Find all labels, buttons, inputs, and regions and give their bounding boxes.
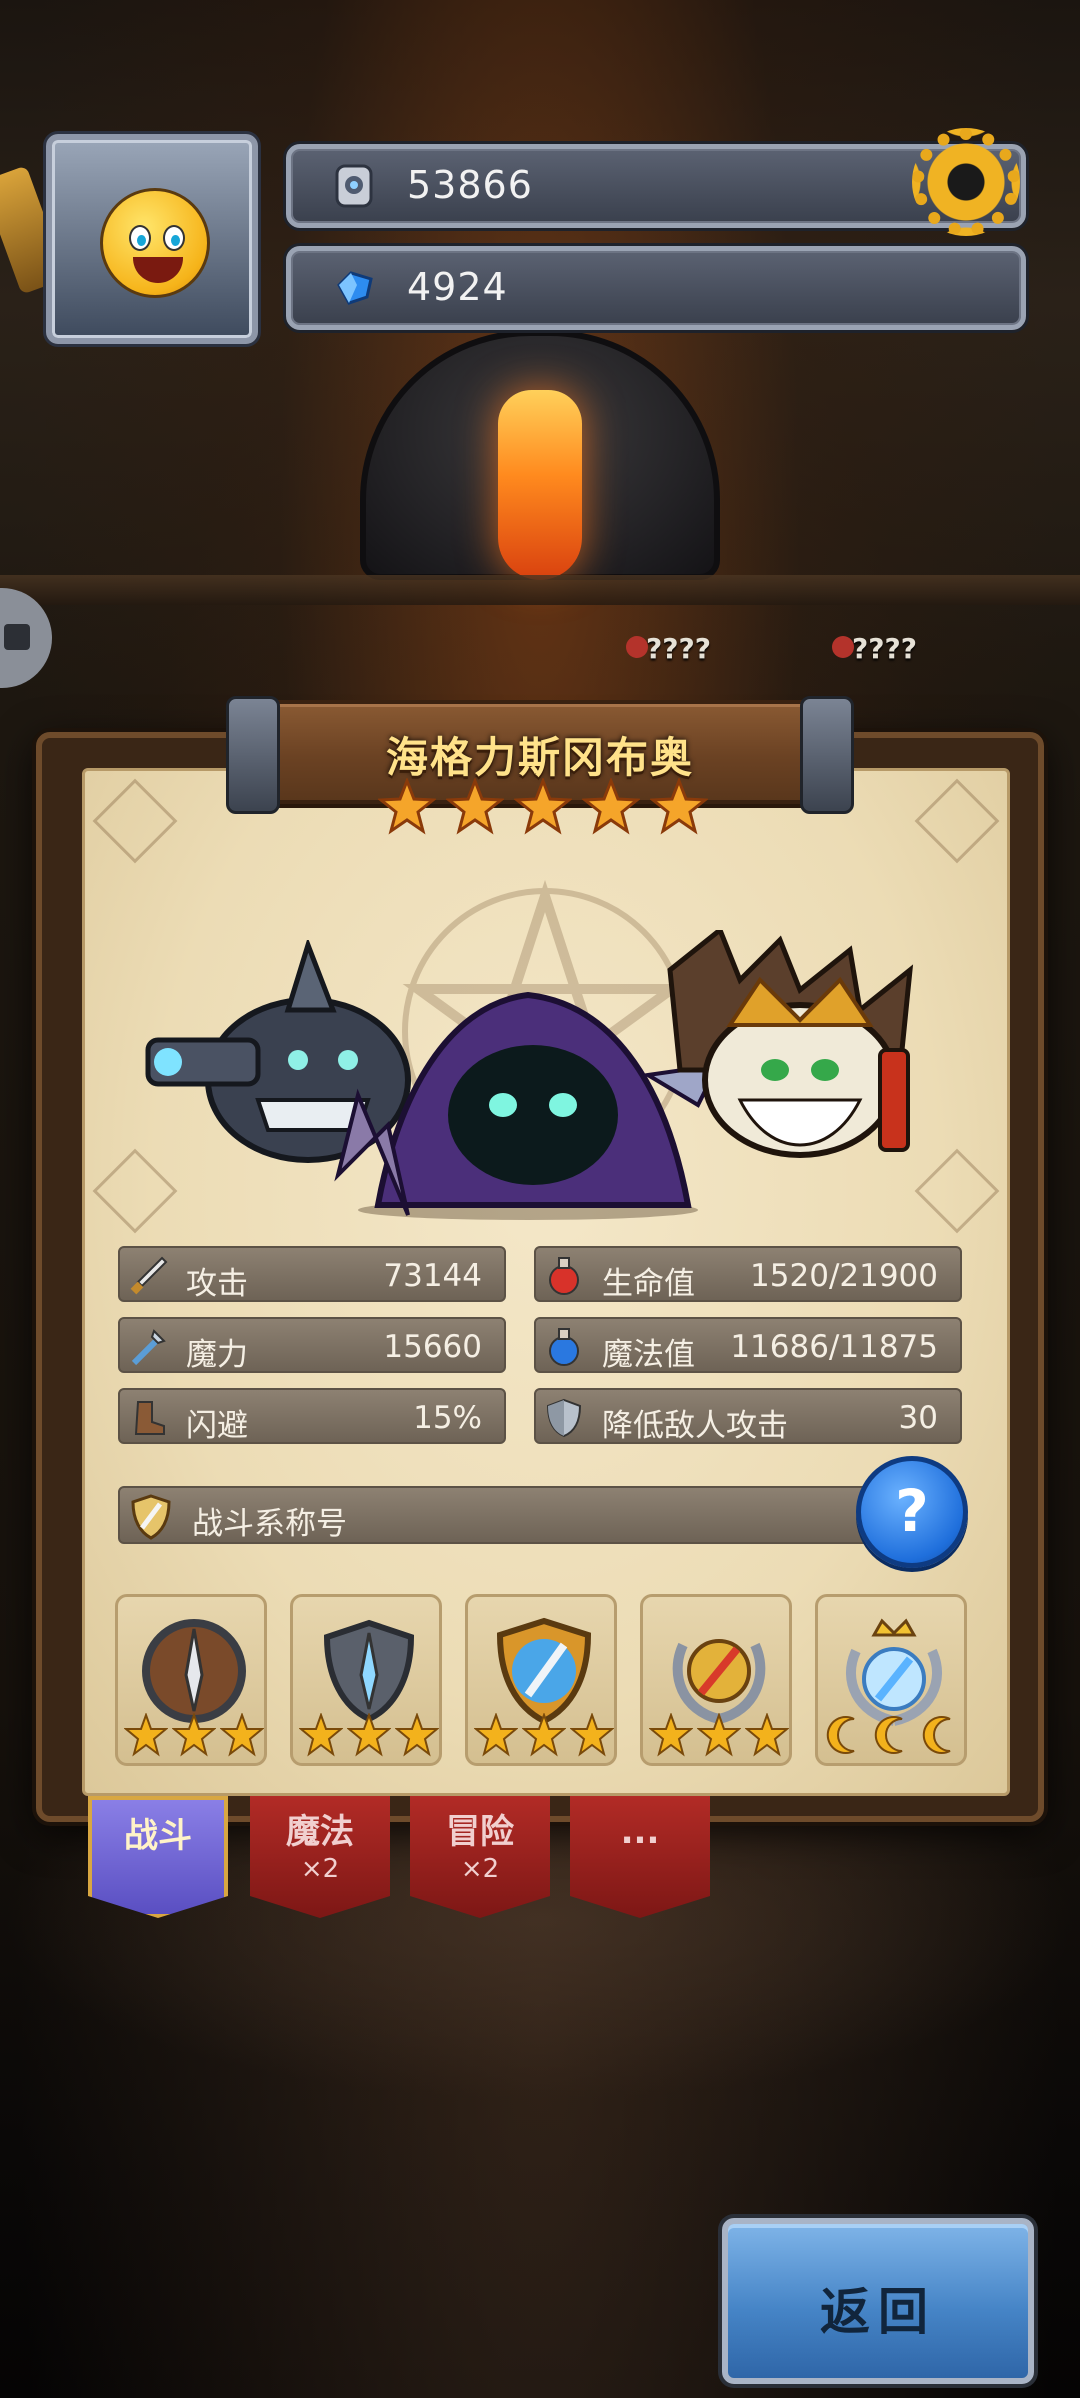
sword-shield-icon <box>131 1494 171 1540</box>
tab-adventure[interactable]: 冒险 ×2 <box>410 1796 550 1918</box>
hero-name: 海格力斯冈布奥 <box>385 733 694 782</box>
shield-icon <box>546 1398 582 1438</box>
stat-label: 魔力 <box>186 1337 248 1373</box>
title-badge-5[interactable] <box>815 1594 967 1766</box>
stat-reduce-enemy-attack: 降低敌人攻击 30 <box>534 1388 962 1444</box>
stat-label: 魔法值 <box>602 1337 695 1373</box>
puzzle-icon <box>4 624 30 650</box>
star-icon <box>220 1713 264 1757</box>
unknown-item-label: ???? <box>626 632 711 665</box>
badge-moon-rating <box>824 1713 964 1757</box>
tab-multiplier: ×2 <box>460 1854 500 1884</box>
avatar-face-icon <box>100 188 210 298</box>
corner-ornament <box>92 778 178 864</box>
return-button-label: 返回 <box>820 2283 936 2341</box>
player-avatar[interactable] <box>46 134 258 344</box>
moon-icon <box>874 1716 903 1754</box>
tab-label: 战斗 <box>124 1816 192 1856</box>
star-icon <box>649 1713 693 1757</box>
stat-label: 降低敌人攻击 <box>602 1408 788 1444</box>
battle-title-bar[interactable]: 战斗系称号 <box>118 1486 914 1544</box>
stat-attack: 攻击 73144 <box>118 1246 506 1302</box>
hero-star-rating <box>378 778 708 838</box>
return-button[interactable]: 返回 <box>722 2218 1034 2384</box>
star-icon <box>570 1713 614 1757</box>
badge-star-rating <box>649 1713 789 1757</box>
moon-icon <box>826 1716 855 1754</box>
blue-crystal-icon <box>337 271 373 305</box>
stat-value: 73144 <box>383 1258 482 1294</box>
sword-gold-shield-icon <box>496 1617 592 1725</box>
stat-magic-power: 魔力 15660 <box>118 1317 506 1373</box>
tab-label: 冒险 <box>446 1812 514 1852</box>
title-badge-2[interactable] <box>290 1594 442 1766</box>
title-badge-3[interactable] <box>465 1594 617 1766</box>
crowned-laurel-icon <box>846 1618 942 1726</box>
star-icon <box>697 1713 741 1757</box>
tab-multiplier: ×2 <box>300 1854 340 1884</box>
star-icon <box>474 1713 518 1757</box>
dagger-steel-shield-icon <box>323 1619 415 1723</box>
blue-potion-icon <box>549 1328 579 1366</box>
stat-value: 30 <box>898 1400 938 1436</box>
stat-value: 1520/21900 <box>750 1258 938 1294</box>
star-icon <box>299 1713 343 1757</box>
tab-label: 魔法 <box>286 1812 354 1852</box>
title-badge-4[interactable] <box>640 1594 792 1766</box>
sword-laurel-icon <box>672 1639 766 1724</box>
star-icon <box>745 1713 789 1757</box>
stat-label: 闪避 <box>186 1408 248 1444</box>
stat-dodge: 闪避 15% <box>118 1388 506 1444</box>
stat-value: 11686/11875 <box>730 1329 938 1365</box>
star-icon <box>172 1713 216 1757</box>
star-icon <box>522 1713 566 1757</box>
hercules-king-hero-art <box>667 930 914 1158</box>
battle-title-label: 战斗系称号 <box>192 1506 347 1542</box>
settings-gear-icon[interactable] <box>912 128 1020 236</box>
stat-value: 15660 <box>383 1329 482 1365</box>
moon-icon <box>922 1716 951 1754</box>
shelf-decoration <box>0 575 1080 605</box>
star-icon <box>514 778 572 835</box>
silver-token-icon <box>335 164 373 208</box>
tab-label: ... <box>620 1812 660 1852</box>
star-icon <box>650 778 708 835</box>
red-potion-icon <box>549 1257 579 1295</box>
dagger-wood-shield-icon <box>142 1619 246 1723</box>
tab-battle[interactable]: 战斗 <box>88 1796 228 1918</box>
unknown-item-label: ???? <box>832 632 917 665</box>
star-icon <box>582 778 640 835</box>
currency-bar-crystal: 4924 <box>286 246 1026 330</box>
star-icon <box>395 1713 439 1757</box>
currency-crystal-value: 4924 <box>407 265 508 309</box>
boot-icon <box>134 1401 165 1435</box>
molten-metal-decoration <box>498 390 582 580</box>
stat-label: 生命值 <box>602 1266 695 1302</box>
corner-ornament <box>914 778 1000 864</box>
currency-silver-value: 53866 <box>407 163 533 207</box>
tab-more[interactable]: ... <box>570 1796 710 1918</box>
help-button[interactable]: ? <box>856 1456 968 1568</box>
star-icon <box>446 778 504 835</box>
badge-star-rating <box>124 1713 264 1757</box>
badge-star-rating <box>474 1713 614 1757</box>
magic-staff-icon <box>131 1329 166 1366</box>
sword-icon <box>130 1256 168 1295</box>
star-icon <box>347 1713 391 1757</box>
stat-label: 攻击 <box>186 1266 248 1302</box>
star-icon <box>378 778 436 835</box>
stat-health: 生命值 1520/21900 <box>534 1246 962 1302</box>
star-icon <box>124 1713 168 1757</box>
tab-magic[interactable]: 魔法 ×2 <box>250 1796 390 1918</box>
stat-mana: 魔法值 11686/11875 <box>534 1317 962 1373</box>
badge-star-rating <box>299 1713 439 1757</box>
stat-value: 15% <box>413 1400 482 1436</box>
title-badge-1[interactable] <box>115 1594 267 1766</box>
